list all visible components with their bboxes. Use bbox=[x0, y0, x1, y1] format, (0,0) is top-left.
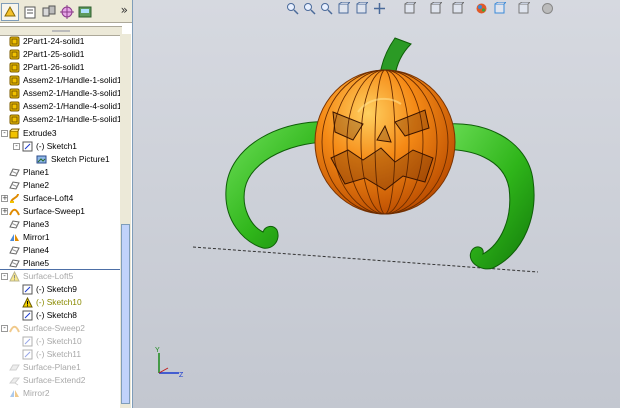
panel-splitter[interactable] bbox=[0, 26, 122, 36]
plane-icon bbox=[9, 219, 20, 230]
scrollbar-thumb[interactable] bbox=[121, 224, 130, 404]
tree-item-label: Surface-Extend2 bbox=[23, 375, 86, 385]
sketch-icon bbox=[22, 284, 33, 295]
mirror-icon bbox=[9, 388, 20, 399]
part-icon bbox=[9, 62, 20, 73]
tree-item-label: Plane4 bbox=[23, 245, 50, 255]
tree-item-label: Surface-Sweep2 bbox=[23, 323, 85, 333]
tree-item-label: 2Part1-24-solid1 bbox=[23, 36, 85, 46]
expand-icon[interactable]: + bbox=[1, 208, 8, 215]
part-icon bbox=[9, 88, 20, 99]
surface-extend-icon bbox=[8, 375, 21, 386]
tree-item-label: Assem2-1/Handle-3-solid1 bbox=[23, 88, 120, 98]
tree-scrollbar[interactable] bbox=[120, 34, 131, 408]
sketch-icon bbox=[22, 349, 33, 360]
plane-icon bbox=[9, 180, 20, 191]
tree-item-label: Plane3 bbox=[23, 219, 50, 229]
tree-item-label: Mirror1 bbox=[23, 232, 50, 242]
collapse-icon[interactable]: - bbox=[1, 325, 8, 332]
warning-icon bbox=[9, 270, 20, 282]
tree-item-label: (-) Sketch10 bbox=[36, 336, 82, 346]
tree-item-label: Sketch Picture1 bbox=[51, 154, 110, 164]
collapse-icon[interactable]: - bbox=[13, 143, 20, 150]
tree-item-label: Surface-Sweep1 bbox=[23, 206, 85, 216]
tree-item-label: 2Part1-25-solid1 bbox=[23, 49, 85, 59]
rollback-bar[interactable] bbox=[0, 269, 120, 270]
tree-item-label: Assem2-1/Handle-4-solid1 bbox=[23, 101, 120, 111]
warning-icon bbox=[22, 296, 33, 308]
triad-y-label: Y bbox=[155, 347, 160, 354]
tree-item-label: Mirror2 bbox=[23, 388, 50, 398]
model-view: Y Z bbox=[155, 37, 539, 379]
tree-item-label: (-) Sketch8 bbox=[36, 310, 77, 320]
pumpkin-body bbox=[314, 69, 456, 215]
surface-loft-icon bbox=[9, 193, 20, 204]
tree-item-label: Surface-Plane1 bbox=[23, 362, 81, 372]
tree-item-label: (-) Sketch11 bbox=[36, 349, 81, 359]
feature-manager-panel: » 2Part1-24-solid1 2Part1-25-solid1 2Part1… bbox=[0, 0, 133, 408]
panel-toolbar: » bbox=[0, 0, 132, 23]
tree-item-label: Surface-Loft5 bbox=[23, 271, 74, 281]
tree-item-label: (-) Sketch1 bbox=[36, 141, 77, 151]
surface-sweep-icon bbox=[9, 323, 20, 334]
expand-panel-button[interactable]: » bbox=[121, 3, 128, 17]
sketch-picture-icon bbox=[36, 154, 47, 165]
tree-item-label: (-) Sketch10 bbox=[36, 297, 82, 307]
axis-triad: Y Z bbox=[155, 347, 184, 379]
collapse-icon[interactable]: - bbox=[1, 273, 8, 280]
sketch-icon bbox=[22, 141, 33, 152]
mirror-icon bbox=[9, 232, 20, 243]
display-manager-tab-icon[interactable] bbox=[76, 3, 94, 21]
part-icon bbox=[9, 101, 20, 112]
part-icon bbox=[9, 49, 20, 60]
part-icon bbox=[9, 36, 20, 47]
tree-item-label: 2Part1-26-solid1 bbox=[23, 62, 85, 72]
surface-plane-icon bbox=[9, 362, 20, 373]
graphics-area[interactable]: Y Z bbox=[133, 0, 620, 408]
part-icon bbox=[9, 75, 20, 86]
plane-icon bbox=[9, 167, 20, 178]
part-icon bbox=[9, 114, 20, 125]
feature-manager-tab-icon[interactable] bbox=[1, 3, 19, 21]
plane-icon bbox=[9, 245, 20, 256]
tree-item-label: Plane1 bbox=[23, 167, 50, 177]
extrude-icon bbox=[9, 128, 20, 139]
expand-icon[interactable]: + bbox=[1, 195, 8, 202]
feature-tree: 2Part1-24-solid1 2Part1-25-solid1 2Part1-2… bbox=[0, 34, 120, 408]
tree-item-label: Plane2 bbox=[23, 180, 50, 190]
triad-z-label: Z bbox=[179, 372, 184, 379]
tree-item-label: Assem2-1/Handle-1-solid1 bbox=[23, 75, 120, 85]
tree-item-label: Surface-Loft4 bbox=[23, 193, 74, 203]
tree-item-label: Extrude3 bbox=[23, 128, 57, 138]
plane-icon bbox=[9, 258, 20, 269]
collapse-icon[interactable]: - bbox=[1, 130, 8, 137]
dimxpert-tab-icon[interactable] bbox=[58, 3, 76, 21]
tree-item-label: Assem2-1/Handle-5-solid1 bbox=[23, 114, 120, 124]
sketch-icon bbox=[22, 310, 33, 321]
tree-item-label: (-) Sketch9 bbox=[36, 284, 77, 294]
configuration-manager-tab-icon[interactable] bbox=[40, 3, 58, 21]
surface-sweep-icon bbox=[9, 206, 20, 217]
sketch-icon bbox=[22, 336, 33, 347]
property-manager-tab-icon[interactable] bbox=[21, 3, 39, 21]
